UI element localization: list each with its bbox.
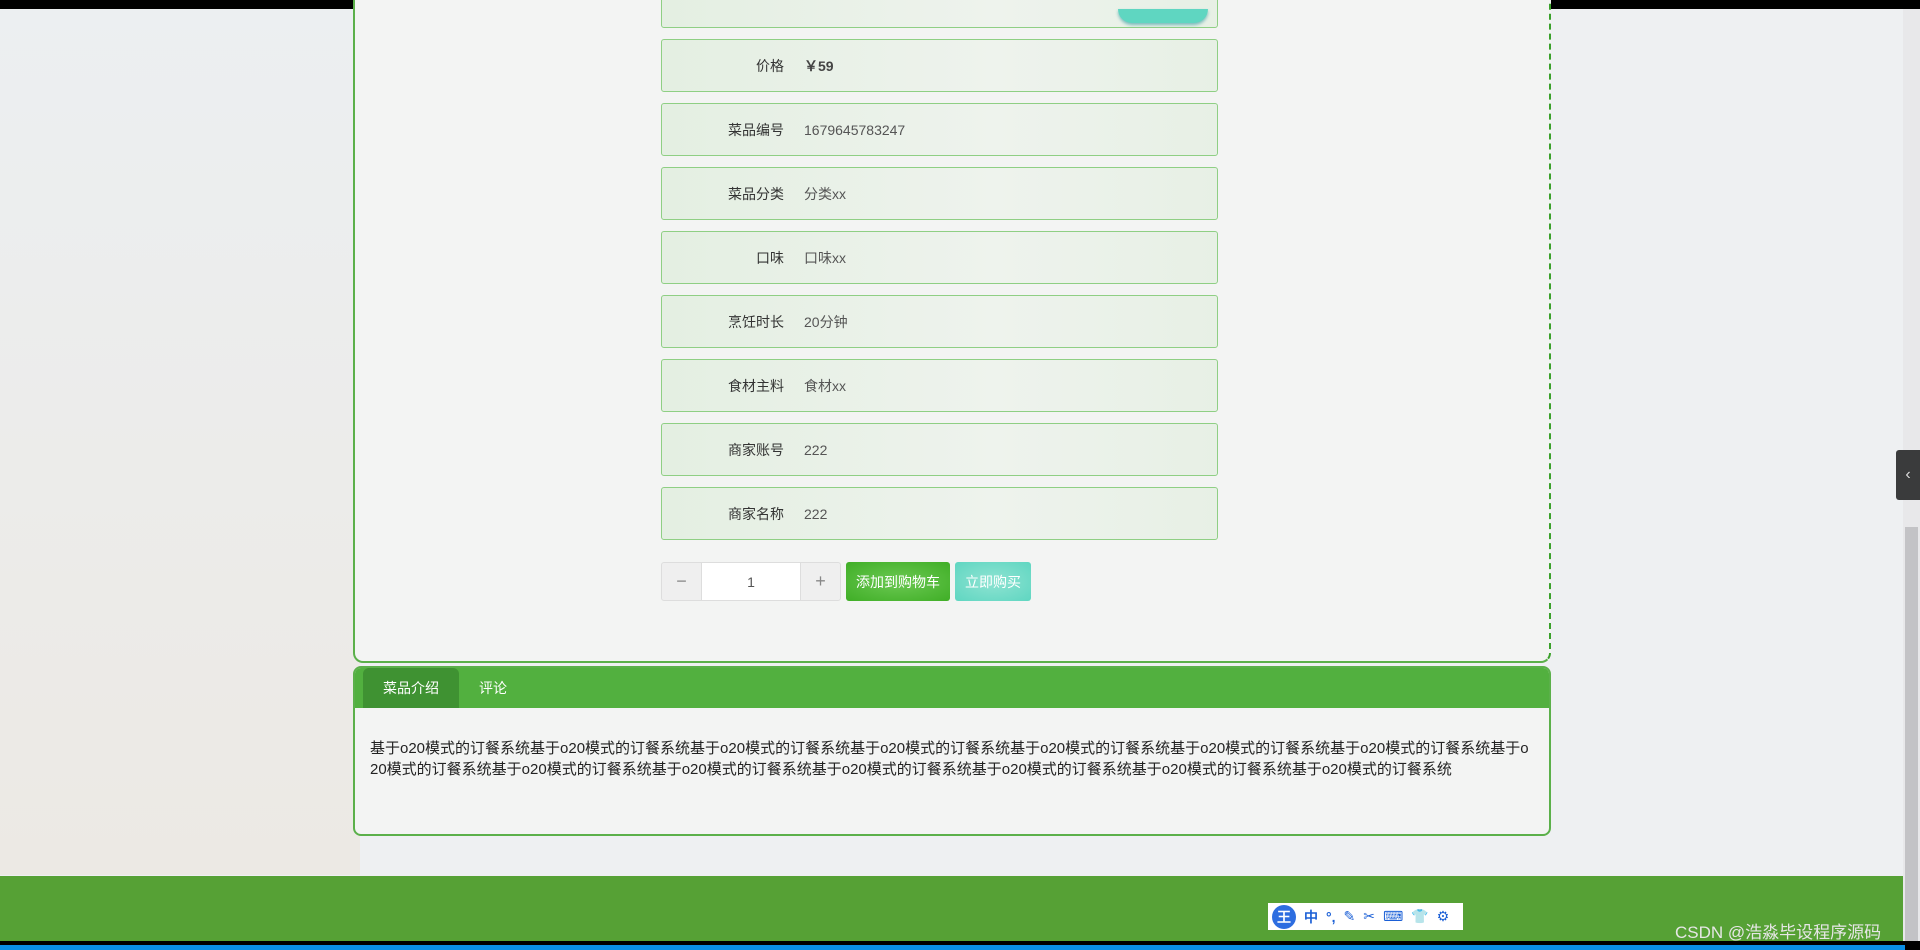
field-label: 口味 (756, 249, 784, 266)
field-value: 222 (804, 441, 828, 458)
bottom-bar (0, 941, 1920, 950)
tab-bar: 菜品介绍 评论 (355, 668, 1549, 708)
ime-logo-icon: 王 (1272, 904, 1296, 929)
tab-comments[interactable]: 评论 (459, 668, 527, 708)
background-decoration (0, 9, 360, 875)
tab-introduction[interactable]: 菜品介绍 (363, 668, 459, 708)
field-ingredients: 食材主料 食材xx (661, 359, 1218, 412)
field-value: 食材xx (804, 377, 846, 394)
field-cook-time: 烹饪时长 20分钟 (661, 295, 1218, 348)
field-label: 商家名称 (728, 505, 784, 522)
field-value: 1679645783247 (804, 121, 906, 138)
scrollbar-thumb[interactable] (1905, 527, 1918, 941)
ime-punctuation-toggle[interactable]: °, (1326, 909, 1336, 925)
quantity-increase-button[interactable]: + (800, 562, 841, 601)
keyboard-icon[interactable]: ⌨ (1383, 908, 1403, 925)
collect-button[interactable] (1118, 9, 1208, 23)
field-label: 菜品编号 (728, 121, 784, 138)
detail-tabs: 菜品介绍 评论 基于o20模式的订餐系统基于o20模式的订餐系统基于o20模式的… (353, 666, 1551, 836)
field-flavor: 口味 口味xx (661, 231, 1218, 284)
field-value: 口味xx (804, 249, 846, 266)
field-label: 菜品分类 (728, 185, 784, 202)
quantity-input[interactable]: 1 (702, 562, 800, 601)
taskbar-progress (0, 945, 1905, 950)
field-dish-number: 菜品编号 1679645783247 (661, 103, 1218, 156)
buy-now-button[interactable]: 立即购买 (955, 562, 1031, 601)
pen-icon[interactable]: ✎ (1344, 908, 1356, 925)
field-value: 222 (804, 505, 828, 522)
watermark: CSDN @浩淼毕设程序源码 (1675, 923, 1882, 942)
quantity-decrease-button[interactable]: − (661, 562, 702, 601)
field-value: 20分钟 (804, 313, 848, 330)
field-label: 食材主料 (728, 377, 784, 394)
scissors-icon[interactable]: ✂ (1363, 908, 1375, 925)
field-label: 价格 (756, 57, 784, 74)
side-panel-toggle-chevron-left-icon[interactable]: ‹ (1896, 450, 1920, 500)
field-label: 商家账号 (728, 441, 784, 458)
field-merchant-account: 商家账号 222 (661, 423, 1218, 476)
field-category: 菜品分类 分类xx (661, 167, 1218, 220)
field-label: 烹饪时长 (728, 313, 784, 330)
footer (0, 876, 1920, 941)
field-price: 价格 ￥59 (661, 39, 1218, 92)
add-to-cart-button[interactable]: 添加到购物车 (846, 562, 950, 601)
ime-toolbar[interactable]: 王 中 °, ✎ ✂ ⌨ 👕 ⚙ (1268, 903, 1463, 930)
gear-icon[interactable]: ⚙ (1437, 908, 1450, 925)
skin-icon[interactable]: 👕 (1411, 908, 1428, 925)
field-value: 分类xx (804, 185, 846, 202)
ime-mode-toggle[interactable]: 中 (1304, 907, 1318, 927)
field-value: ￥59 (804, 57, 834, 74)
field-merchant-name: 商家名称 222 (661, 487, 1218, 540)
dish-description: 基于o20模式的订餐系统基于o20模式的订餐系统基于o20模式的订餐系统基于o2… (370, 740, 1529, 778)
